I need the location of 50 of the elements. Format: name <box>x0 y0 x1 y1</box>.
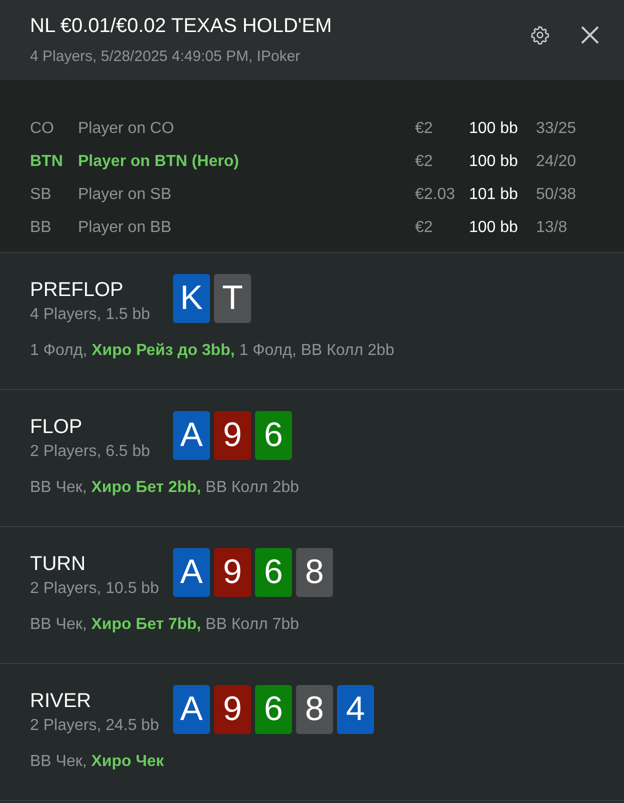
player-position: SB <box>30 186 52 204</box>
player-stack: €2 <box>415 120 434 138</box>
street-name: TURN <box>30 553 87 576</box>
playing-card: 8 <box>296 685 333 734</box>
street-info: 4 Players, 1.5 bb <box>30 306 152 324</box>
player-bb: 101 bb <box>469 186 519 204</box>
player-bb: 100 bb <box>469 152 519 170</box>
playing-card: A <box>173 411 210 460</box>
street-actions: BB Чек, Хиро Бет 2bb, BB Колл 2bb <box>30 479 300 497</box>
street-name: PREFLOP <box>30 279 124 302</box>
player-bb: 100 bb <box>469 120 519 138</box>
playing-card: A <box>173 685 210 734</box>
street-actions: BB Чек, Хиро Чек <box>30 753 165 771</box>
street-info: 2 Players, 10.5 bb <box>30 580 160 598</box>
playing-card: 6 <box>255 548 292 597</box>
playing-card: T <box>214 274 251 323</box>
player-position: CO <box>30 120 55 138</box>
playing-card: 8 <box>296 548 333 597</box>
player-stack: €2 <box>415 218 434 236</box>
player-stats: 33/25 <box>536 120 576 138</box>
playing-card: 6 <box>255 411 292 460</box>
playing-card: 9 <box>214 411 251 460</box>
close-icon[interactable] <box>580 25 600 45</box>
playing-card: 4 <box>337 685 374 734</box>
player-name: Player on BTN (Hero) <box>78 152 240 170</box>
player-bb: 100 bb <box>469 218 519 236</box>
street-actions: 1 Фолд, Хиро Рейз до 3bb, 1 Фолд, BB Колл 2bb <box>30 342 396 360</box>
hand-title: NL €0.01/€0.02 TEXAS HOLD'EM <box>30 15 333 38</box>
player-name: Player on BB <box>78 218 172 236</box>
street-name: RIVER <box>30 690 92 713</box>
playing-card: A <box>173 548 210 597</box>
player-position: BTN <box>30 152 64 170</box>
player-stats: 13/8 <box>536 218 568 236</box>
player-stats: 50/38 <box>536 186 576 204</box>
playing-card: 6 <box>255 685 292 734</box>
player-name: Player on CO <box>78 120 176 138</box>
player-position: BB <box>30 218 52 236</box>
player-stack: €2.03 <box>415 186 456 204</box>
street-actions: BB Чек, Хиро Бет 7bb, BB Колл 7bb <box>30 616 300 634</box>
player-stack: €2 <box>415 152 434 170</box>
playing-card: K <box>173 274 210 323</box>
player-stats: 24/20 <box>536 152 576 170</box>
player-name: Player on SB <box>78 186 172 204</box>
settings-icon[interactable] <box>530 25 550 45</box>
street-info: 2 Players, 6.5 bb <box>30 443 152 461</box>
playing-card: 9 <box>214 685 251 734</box>
hand-subtitle: 4 Players, 5/28/2025 4:49:05 PM, IPoker <box>30 48 302 65</box>
street-info: 2 Players, 24.5 bb <box>30 717 160 735</box>
playing-card: 9 <box>214 548 251 597</box>
street-name: FLOP <box>30 416 84 439</box>
